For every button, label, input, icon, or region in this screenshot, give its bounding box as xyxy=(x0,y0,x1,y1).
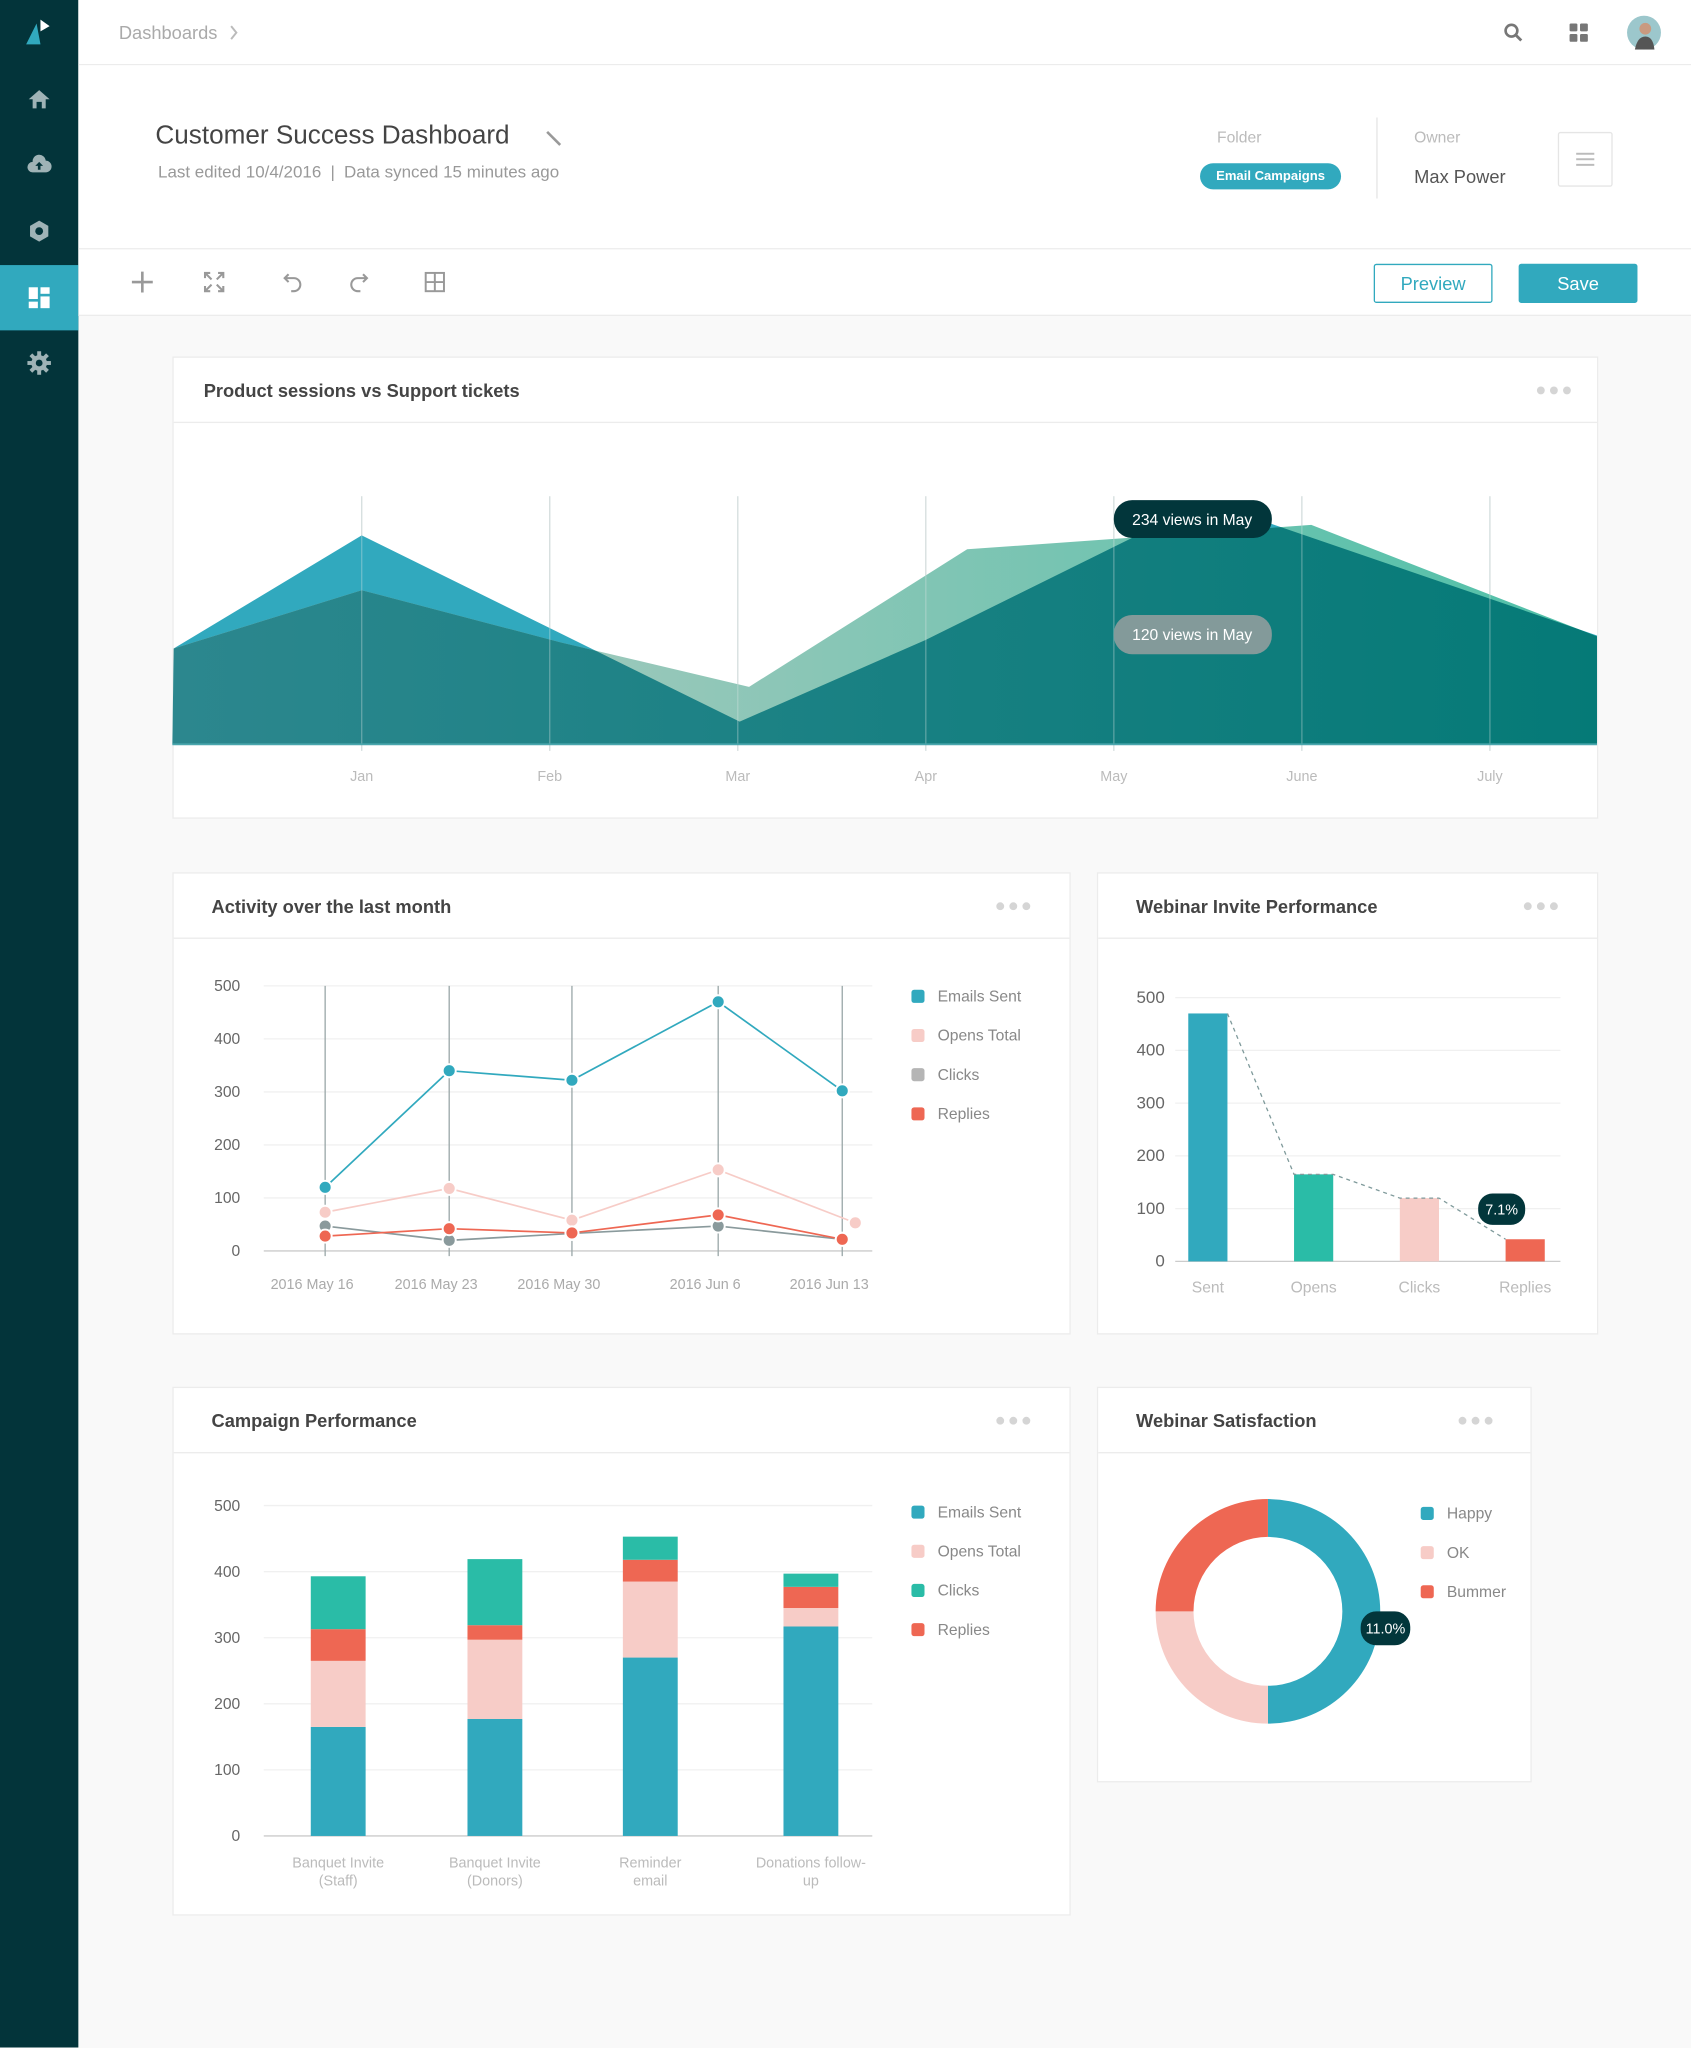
more-options-button[interactable] xyxy=(996,1416,1031,1425)
breadcrumb-dashboards[interactable]: Dashboards xyxy=(119,22,218,43)
page-title: Customer Success Dashboard xyxy=(155,121,510,151)
card-title: Campaign Performance xyxy=(211,1410,417,1432)
legend-swatch xyxy=(911,989,925,1003)
sidebar-item-dashboards[interactable] xyxy=(0,265,79,331)
cloud-upload-icon xyxy=(27,154,52,173)
top-bar: Dashboards xyxy=(78,0,1691,66)
legend-swatch xyxy=(911,1028,925,1043)
avatar[interactable] xyxy=(1627,15,1661,50)
legend-label: Clicks xyxy=(937,1581,980,1600)
folder-badge[interactable]: Email Campaigns xyxy=(1200,163,1342,190)
card-title: Webinar Satisfaction xyxy=(1136,1410,1317,1432)
card-header: Activity over the last month xyxy=(173,874,1070,939)
sidebar-item-settings[interactable] xyxy=(0,330,78,395)
sidebar-item-upload[interactable] xyxy=(0,132,78,197)
legend-item[interactable]: Emails Sent xyxy=(911,987,1021,1005)
preview-button[interactable]: Preview xyxy=(1373,263,1493,303)
legend-label: Bummer xyxy=(1446,1582,1507,1601)
legend-item[interactable]: Opens Total xyxy=(911,1026,1021,1045)
add-widget-button[interactable] xyxy=(128,268,157,297)
sync-status: Data synced 15 minutes ago xyxy=(344,161,560,182)
add-icon xyxy=(131,271,153,293)
legend-label: OK xyxy=(1446,1543,1470,1562)
card-title: Product sessions vs Support tickets xyxy=(203,379,520,401)
grid-layout-icon xyxy=(424,271,445,293)
apps-grid-icon[interactable] xyxy=(1568,22,1589,43)
gear-icon xyxy=(27,351,51,375)
search-icon[interactable] xyxy=(1503,22,1524,43)
fullscreen-icon xyxy=(203,271,225,293)
card-sessions: Product sessions vs Support tickets xyxy=(172,356,1599,819)
save-button[interactable]: Save xyxy=(1518,263,1638,303)
chevron-right-icon xyxy=(229,25,237,40)
legend-item[interactable]: Replies xyxy=(911,1620,990,1639)
more-options-button[interactable] xyxy=(996,902,1031,911)
sidebar-item-home[interactable] xyxy=(0,67,78,132)
legend-swatch xyxy=(1420,1546,1434,1560)
legend-swatch xyxy=(1420,1585,1434,1599)
breadcrumb: Dashboards xyxy=(119,22,238,43)
card-activity: Activity over the last month xyxy=(172,872,1071,1335)
legend-item[interactable]: Clicks xyxy=(911,1581,980,1600)
legend-item[interactable]: Clicks xyxy=(911,1066,979,1084)
legend-label: Clicks xyxy=(937,1065,980,1084)
divider xyxy=(1376,117,1378,199)
home-icon xyxy=(28,90,50,109)
legend-swatch xyxy=(911,1505,925,1519)
folder-label: Folder xyxy=(1217,127,1262,147)
card-header: Campaign Performance xyxy=(173,1388,1070,1454)
owner-label: Owner xyxy=(1414,127,1461,147)
legend-item[interactable]: Emails Sent xyxy=(911,1503,1021,1521)
owner-name: Max Power xyxy=(1414,165,1506,187)
legend-label: Opens Total xyxy=(937,1026,1021,1045)
legend-swatch xyxy=(911,1583,925,1597)
menu-button[interactable] xyxy=(1557,131,1613,187)
last-edited: Last edited 10/4/2016 xyxy=(158,161,322,182)
card-header: Webinar Satisfaction xyxy=(1098,1388,1531,1454)
legend-item[interactable]: OK xyxy=(1420,1543,1470,1562)
legend-swatch xyxy=(1420,1506,1434,1520)
legend-swatch xyxy=(911,1623,925,1637)
hamburger-icon xyxy=(1576,152,1595,166)
more-options-button[interactable] xyxy=(1523,902,1558,911)
card-campaign: Campaign Performance xyxy=(172,1386,1071,1916)
sidebar-item-integrations[interactable] xyxy=(0,198,78,263)
legend-swatch xyxy=(911,1068,925,1082)
legend-label: Replies xyxy=(937,1620,990,1639)
edit-pencil-icon[interactable] xyxy=(543,128,564,149)
legend-item[interactable]: Bummer xyxy=(1420,1582,1507,1601)
redo-icon xyxy=(350,273,369,293)
meta-separator: | xyxy=(330,161,335,182)
undo-button[interactable] xyxy=(278,268,307,297)
more-options-button[interactable] xyxy=(1536,386,1571,395)
logo[interactable] xyxy=(0,0,78,65)
settings-hex-icon xyxy=(30,220,49,242)
legend-label: Emails Sent xyxy=(937,1502,1022,1522)
dashboard-header: Customer Success Dashboard Last edited 1… xyxy=(78,65,1691,250)
legend-label: Emails Sent xyxy=(937,987,1022,1006)
legend-label: Opens Total xyxy=(937,1542,1021,1561)
legend-swatch xyxy=(911,1107,925,1121)
logo-icon xyxy=(26,19,50,45)
legend-label: Happy xyxy=(1446,1504,1493,1523)
dashboard-icon xyxy=(28,287,50,309)
fullscreen-button[interactable] xyxy=(200,268,229,297)
sidebar xyxy=(0,0,79,2048)
card-title: Webinar Invite Performance xyxy=(1136,895,1378,917)
legend-item[interactable]: Happy xyxy=(1420,1504,1493,1523)
legend-label: Replies xyxy=(937,1104,990,1123)
card-header: Webinar Invite Performance xyxy=(1098,874,1597,939)
toolbar: Preview Save xyxy=(78,249,1691,317)
undo-icon xyxy=(283,273,302,293)
layout-button[interactable] xyxy=(420,268,449,297)
redo-button[interactable] xyxy=(345,268,374,297)
more-options-button[interactable] xyxy=(1458,1416,1493,1425)
card-header: Product sessions vs Support tickets xyxy=(173,358,1597,424)
legend-item[interactable]: Replies xyxy=(911,1104,990,1123)
page-meta: Last edited 10/4/2016 | Data synced 15 m… xyxy=(158,162,559,182)
legend-item[interactable]: Opens Total xyxy=(911,1542,1021,1561)
card-title: Activity over the last month xyxy=(211,895,452,917)
card-webinar: Webinar Invite Performance xyxy=(1096,872,1599,1335)
legend-swatch xyxy=(911,1544,925,1558)
